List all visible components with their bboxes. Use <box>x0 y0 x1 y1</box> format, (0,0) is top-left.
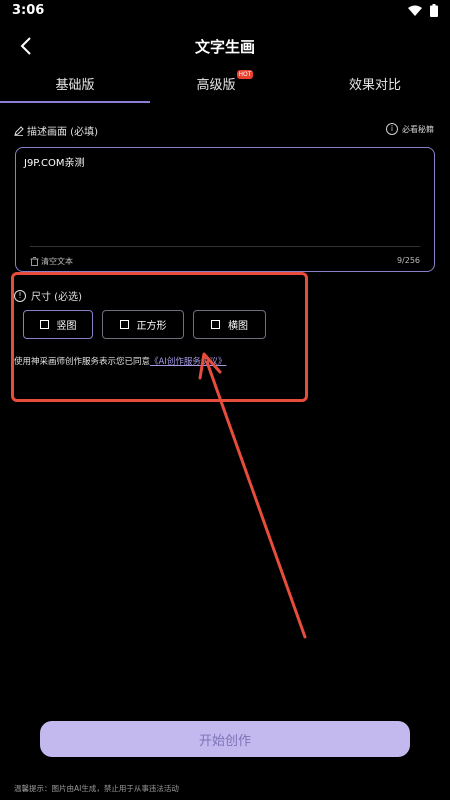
agreement-text: 使用神采画师创作服务表示您已同意《AI创作服务协议》 <box>14 355 226 367</box>
status-icons <box>408 4 438 17</box>
square-icon <box>119 320 129 329</box>
description-label-text: 描述画面 (必填) <box>27 127 98 138</box>
size-option-label: 正方形 <box>136 321 167 332</box>
annotation-arrow <box>198 352 307 639</box>
clear-text-button[interactable]: 清空文本 <box>30 256 73 267</box>
size-option-label: 竖图 <box>56 321 77 332</box>
size-label-text: 尺寸 (必选) <box>31 292 82 303</box>
wifi-icon <box>408 5 422 16</box>
info-icon: i <box>386 123 398 135</box>
tab-compare[interactable]: 效果对比 <box>300 74 450 93</box>
size-label: ! 尺寸 (必选) <box>14 288 82 303</box>
description-label: 描述画面 (必填) <box>14 123 98 138</box>
square-icon <box>211 320 220 329</box>
nav-bar: 文字生画 <box>0 28 450 64</box>
char-count: 9/256 <box>396 256 420 265</box>
footer-tip: 温馨提示：图片由AI生成，禁止用于从事违法活动 <box>14 784 179 793</box>
textarea-divider <box>30 246 420 247</box>
tab-basic-label: 基础版 <box>55 78 95 93</box>
tab-advanced[interactable]: 高级版HOT <box>150 70 300 93</box>
description-textarea[interactable]: J9P.COM亲测 清空文本 9/256 <box>15 147 435 272</box>
tab-advanced-label: 高级版 <box>196 78 236 93</box>
tab-bar: 基础版 高级版HOT 效果对比 <box>0 66 450 104</box>
tips-link[interactable]: i 必看秘籍 <box>386 123 434 135</box>
status-bar: 3:06 <box>0 0 450 24</box>
battery-icon <box>430 4 438 17</box>
start-create-button[interactable]: 开始创作 <box>40 721 410 757</box>
edit-pencil-icon <box>14 125 24 136</box>
page-title: 文字生画 <box>194 38 255 56</box>
tips-link-label: 必看秘籍 <box>402 124 434 134</box>
trash-icon <box>30 257 39 266</box>
size-option-label: 横图 <box>228 321 248 332</box>
tab-basic[interactable]: 基础版 <box>0 74 150 93</box>
tab-compare-label: 效果对比 <box>348 78 401 93</box>
agreement-prefix: 使用神采画师创作服务表示您已同意 <box>14 357 151 367</box>
clear-text-label: 清空文本 <box>41 257 73 266</box>
size-options: 竖图 正方形 横图 <box>23 310 266 339</box>
square-icon <box>39 320 49 329</box>
agreement-link[interactable]: 《AI创作服务协议》 <box>150 357 226 367</box>
size-info-icon: ! <box>14 289 26 302</box>
hot-badge: HOT <box>236 70 254 79</box>
size-option-square[interactable]: 正方形 <box>102 310 184 339</box>
size-option-landscape[interactable]: 横图 <box>193 310 266 339</box>
description-value: J9P.COM亲测 <box>24 158 85 169</box>
status-time: 3:06 <box>12 3 45 18</box>
size-option-portrait[interactable]: 竖图 <box>23 310 93 339</box>
active-tab-indicator <box>0 101 150 103</box>
